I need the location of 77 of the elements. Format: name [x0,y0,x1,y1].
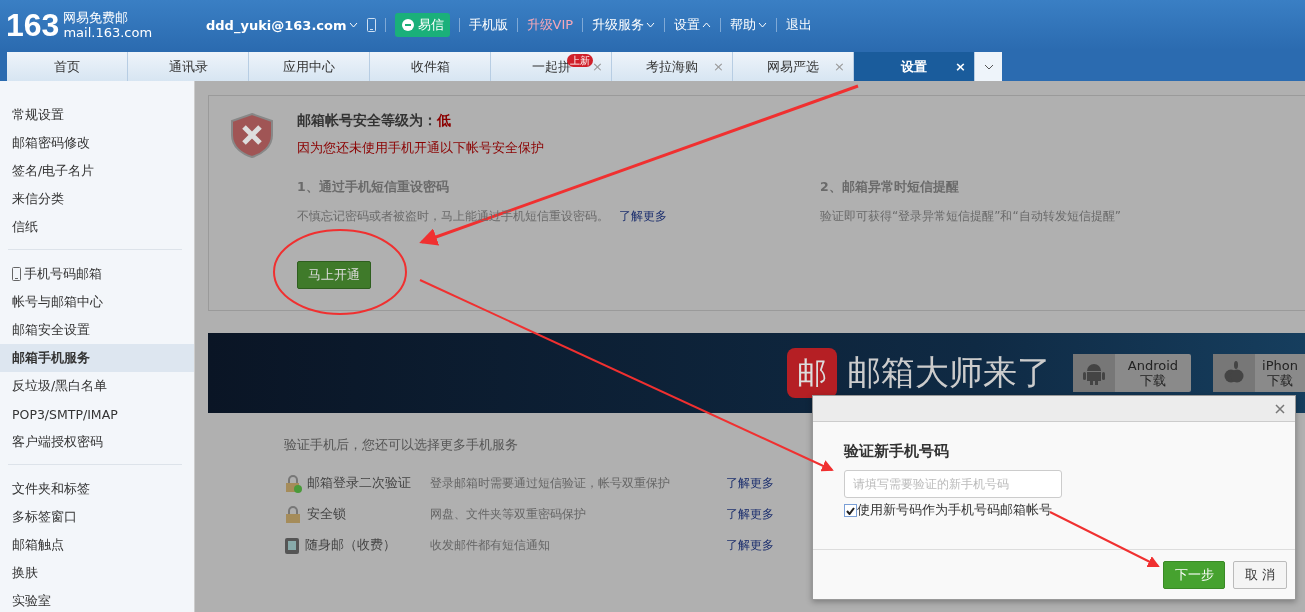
android-robot-icon [1083,361,1105,385]
security-level-title: 邮箱帐号安全等级为： [297,112,437,130]
service-name: 随身邮（收费） [305,537,396,554]
logo-title: 网易免费邮 [63,10,130,25]
service-name: 邮箱登录二次验证 [307,475,411,492]
shield-x-icon [229,112,275,158]
learn-more-link[interactable]: 了解更多 [726,475,774,492]
service-name: 安全锁 [307,506,346,523]
chat-bubble-icon [400,18,415,32]
sidebar-item[interactable]: 邮箱安全设置 [0,316,194,344]
logo-number: 163 [6,6,60,44]
checkmark-icon [846,506,855,515]
enable-now-button[interactable]: 马上开通 [297,261,371,289]
service-description: 网盘、文件夹等双重密码保护 [430,506,587,523]
close-icon[interactable]: × [955,59,966,74]
app-logo: 邮 [787,348,837,398]
security-level-value: 低 [437,112,451,130]
lock-badge-icon [284,474,302,493]
phone-icon [366,18,376,32]
sidebar-item[interactable]: 邮箱手机服务 [0,344,194,372]
banner-slogan: 邮箱大师来了 [847,351,1051,394]
user-account-menu[interactable]: ddd_yuki@163.com [206,17,358,33]
learn-more-link[interactable]: 了解更多 [619,209,667,223]
tab[interactable]: 通讯录 [128,52,249,81]
phone-icon [284,536,300,555]
tab[interactable]: 考拉海购 × [612,52,733,81]
sidebar-item[interactable]: 信纸 [0,213,194,241]
checkbox-label[interactable]: 使用新号码作为手机号码邮箱帐号 [857,502,1052,519]
tab[interactable]: 网易严选 × [733,52,854,81]
sidebar-item[interactable]: 换肤 [0,559,194,587]
lock-icon [284,505,302,524]
header-link[interactable]: 升级服务 [592,16,656,34]
download-button[interactable]: iPhon 下载 [1213,354,1305,392]
header-link[interactable]: 设置 [674,16,712,34]
checkbox[interactable] [844,504,857,517]
service-description: 收发邮件都有短信通知 [430,537,551,554]
sidebar-item[interactable]: 邮箱密码修改 [0,129,194,157]
sidebar-item[interactable]: 客户端授权密码 [0,428,194,456]
cancel-button[interactable]: 取 消 [1233,560,1287,589]
sidebar-item[interactable]: 常规设置 [0,101,194,129]
sidebar-item[interactable]: POP3/SMTP/IMAP [0,400,194,428]
feature-title: 2、邮箱异常时短信提醒 [820,179,960,196]
feature-description: 验证即可获得“登录异常短信提醒”和“自动转发短信提醒” [820,208,1121,225]
header-link[interactable]: 手机版 [468,16,508,34]
close-icon[interactable] [1275,403,1285,414]
logo-domain: mail.163.com [63,25,153,40]
dialog-title: 验证新手机号码 [844,442,950,461]
learn-more-link[interactable]: 了解更多 [726,537,774,554]
sidebar-item[interactable]: 实验室 [0,587,194,612]
feature-title: 1、通过手机短信重设密码 [297,179,450,196]
caret-down-icon [646,22,656,28]
caret-down-icon [983,63,994,70]
header-link[interactable]: 帮助 [730,16,768,34]
apple-icon [1224,361,1244,385]
service-description: 登录邮箱时需要通过短信验证，帐号双重保护 [430,475,671,492]
sidebar-item[interactable]: 签名/电子名片 [0,157,194,185]
caret-up-icon [702,22,712,28]
tab[interactable]: 收件箱 [370,52,491,81]
phone-icon [12,267,21,281]
sidebar-item[interactable]: 文件夹和标签 [0,475,194,503]
security-warning: 因为您还未使用手机开通以下帐号安全保护 [297,140,545,157]
sidebar-item[interactable]: 帐号与邮箱中心 [0,288,194,316]
services-intro: 验证手机后，您还可以选择更多手机服务 [284,437,518,454]
phone-number-field[interactable]: 请填写需要验证的新手机号码 [844,470,1062,498]
tab[interactable]: 设置 × [854,52,975,81]
tab[interactable]: 应用中心 [249,52,370,81]
header-link[interactable]: 退出 [786,16,813,34]
sidebar-item[interactable]: 邮箱触点 [0,531,194,559]
sidebar-item[interactable]: 多标签窗口 [0,503,194,531]
sidebar-item[interactable]: 手机号码邮箱 [0,260,194,288]
caret-down-icon [758,22,768,28]
sidebar-item[interactable]: 反垃圾/黑白名单 [0,372,194,400]
sidebar-item[interactable]: 来信分类 [0,185,194,213]
download-button[interactable]: Android 下载 [1073,354,1191,392]
learn-more-link[interactable]: 了解更多 [726,506,774,523]
caret-down-icon [348,22,358,28]
tab[interactable]: 首页 [7,52,128,81]
